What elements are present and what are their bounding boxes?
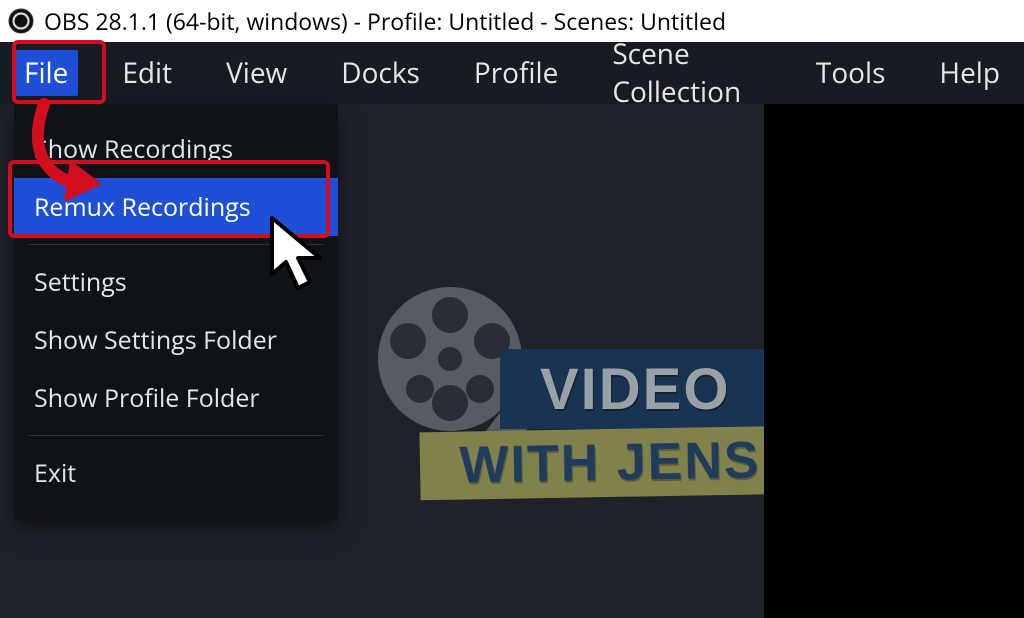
menu-tools[interactable]: Tools	[806, 50, 896, 96]
file-menu-show-settings-folder[interactable]: Show Settings Folder	[14, 311, 338, 369]
menu-docks[interactable]: Docks	[331, 50, 430, 96]
menu-profile[interactable]: Profile	[464, 50, 568, 96]
obs-icon	[8, 8, 34, 34]
logo-text-video: VIDEO	[540, 356, 731, 423]
menubar: File Edit View Docks Profile Scene Colle…	[0, 42, 1024, 104]
menu-separator	[28, 244, 324, 245]
file-menu-show-recordings[interactable]: Show Recordings	[14, 120, 338, 178]
logo-box-bottom: WITH JENS	[419, 426, 800, 501]
menu-scene-collection[interactable]: Scene Collection	[602, 31, 772, 115]
menu-separator	[28, 435, 324, 436]
file-menu-show-profile-folder[interactable]: Show Profile Folder	[14, 369, 338, 427]
titlebar: OBS 28.1.1 (64-bit, windows) - Profile: …	[0, 0, 1024, 42]
menu-view[interactable]: View	[216, 50, 297, 96]
menu-file[interactable]: File	[14, 50, 78, 96]
menu-edit[interactable]: Edit	[112, 50, 182, 96]
right-black-panel	[764, 104, 1024, 618]
file-menu-settings[interactable]: Settings	[14, 253, 338, 311]
file-menu-dropdown: Show Recordings Remux Recordings Setting…	[14, 104, 338, 520]
logo-box-top: VIDEO	[500, 349, 800, 429]
logo-text-with-jens: WITH JENS	[459, 430, 761, 495]
file-menu-remux-recordings[interactable]: Remux Recordings	[14, 178, 338, 236]
preview-content-logo: VIDEO WITH JENS	[370, 279, 810, 509]
file-menu-exit[interactable]: Exit	[14, 444, 338, 502]
menu-help[interactable]: Help	[929, 50, 1010, 96]
